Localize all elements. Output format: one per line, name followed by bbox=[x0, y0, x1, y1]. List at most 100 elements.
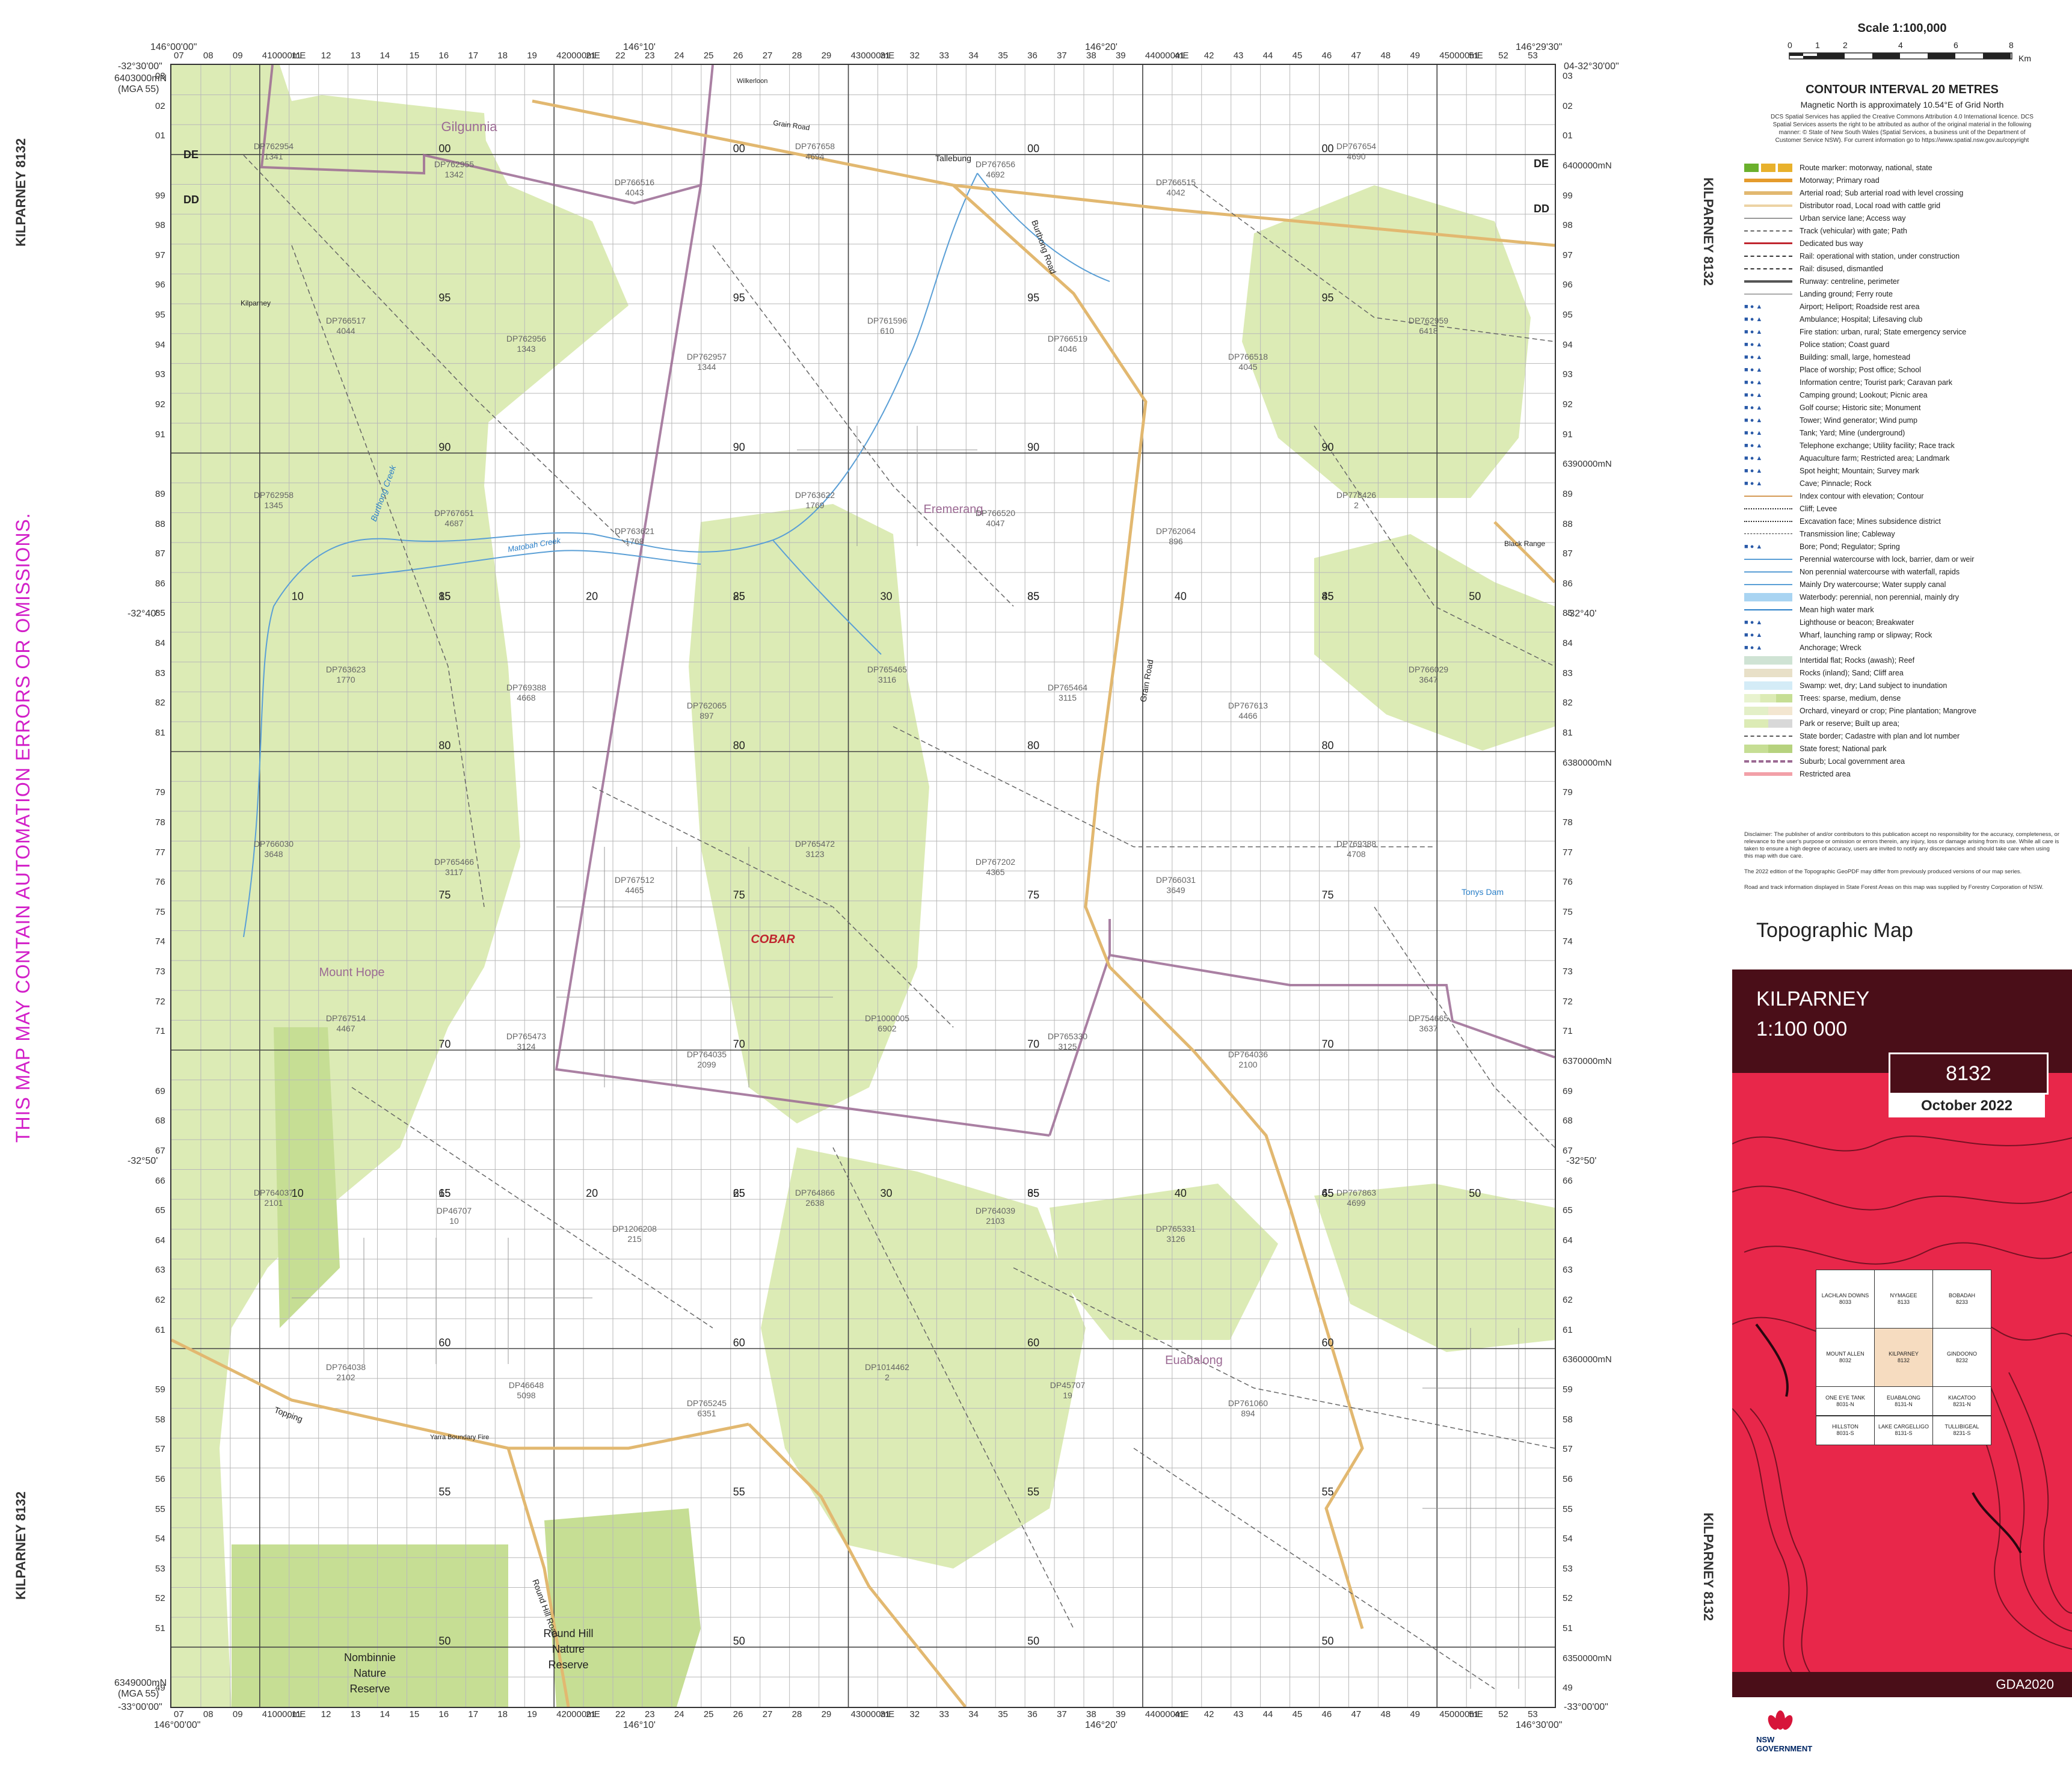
cadastre-plan-label: DP763622 bbox=[795, 490, 835, 500]
right-sheet-label-bottom: KILPARNEY 8132 bbox=[1701, 1513, 1716, 1621]
northing-tick-label: 49 bbox=[155, 1683, 165, 1694]
cadastre-lot-label: 4045 bbox=[1238, 362, 1257, 372]
easting-tick-label: 43 bbox=[1233, 1709, 1244, 1719]
cadastre-lot-label: 3125 bbox=[1058, 1042, 1077, 1051]
magnetic-north-note: Magnetic North is approximately 10.54°E … bbox=[1800, 100, 2004, 109]
easting-tick-label: 15 bbox=[409, 51, 420, 61]
cadastre-lot-label: 215 bbox=[627, 1234, 642, 1244]
cadastre-lot-label: 4365 bbox=[986, 867, 1004, 877]
northing-tick-label: 98 bbox=[1563, 220, 1573, 231]
easting-tick-label: 31 bbox=[880, 51, 891, 61]
scale-tick-4: 4 bbox=[1898, 40, 1903, 50]
northing-tick-label: 68 bbox=[155, 1116, 165, 1126]
legend-label: Aquaculture farm; Restricted area; Landm… bbox=[1800, 453, 1950, 462]
legend-symbol-icon: ■ ● ▲ bbox=[1744, 303, 1763, 310]
northing-tick-label: 88 bbox=[155, 518, 165, 529]
northing-tick-label: 6360000mN bbox=[1563, 1354, 1612, 1365]
northing-tick-label: 54 bbox=[1563, 1534, 1573, 1544]
legend-label: Bore; Pond; Regulator; Spring bbox=[1800, 542, 1900, 551]
legend-symbol-icon bbox=[1744, 583, 1792, 585]
easting-tick-label: 14 bbox=[380, 51, 390, 61]
grid-number-northing: 50 bbox=[1027, 1635, 1039, 1647]
easting-tick-label: 46 bbox=[1321, 51, 1332, 61]
legend-row: Intertidal flat; Rocks (awash); Reef bbox=[1744, 654, 2063, 666]
legend-label: Tank; Yard; Mine (underground) bbox=[1800, 428, 1905, 437]
cadastre-plan-label: DP767651 bbox=[434, 508, 474, 518]
northing-tick-label: 56 bbox=[1563, 1473, 1573, 1484]
legend-row: Transmission line; Cableway bbox=[1744, 527, 2063, 540]
easting-tick-label: 52 bbox=[1498, 51, 1508, 61]
northing-tick-label: 87 bbox=[1563, 548, 1573, 559]
legend-row: Rail: disused, dismantled bbox=[1744, 262, 2063, 275]
legend-label: Index contour with elevation; Contour bbox=[1800, 491, 1924, 500]
cadastre-plan-label: DP764038 bbox=[326, 1362, 366, 1372]
northing-tick-label: 87 bbox=[155, 548, 165, 559]
easting-tick-label: 24 bbox=[674, 1709, 684, 1719]
index-sheet-name: GINDOONO bbox=[1946, 1351, 1977, 1357]
easting-tick-label: 41 bbox=[1174, 51, 1185, 61]
grid-number-northing: 95 bbox=[1027, 292, 1039, 304]
northing-tick-label: 84 bbox=[155, 638, 165, 649]
legend-row: Non perennial watercourse with waterfall… bbox=[1744, 565, 2063, 578]
disclaimer-forestry: Road and track information displayed in … bbox=[1744, 884, 2044, 891]
easting-tick-label: 47 bbox=[1351, 1709, 1362, 1719]
northing-tick-label: 81 bbox=[155, 728, 165, 738]
easting-tick-label: 33 bbox=[939, 1709, 950, 1719]
northing-tick-label: 67 bbox=[155, 1145, 165, 1156]
place-label: Gilgunnia bbox=[441, 119, 498, 134]
corner-bottom-left-lon: 146°00'00" bbox=[154, 1720, 201, 1730]
scale-unit: Km bbox=[2018, 54, 2031, 63]
grid-number-northing: 80 bbox=[438, 740, 450, 752]
cadastre-plan-label: DP1014462 bbox=[865, 1362, 909, 1372]
legend-row: Index contour with elevation; Contour bbox=[1744, 490, 2063, 502]
legend-row: State forest; National park bbox=[1744, 742, 2063, 755]
place-label: Tonys Dam bbox=[1462, 887, 1504, 897]
bottom-northing-sub: (MGA 55) bbox=[118, 1689, 159, 1699]
legend-row: Urban service lane; Access way bbox=[1744, 212, 2063, 224]
northing-tick-label: 72 bbox=[1563, 996, 1573, 1007]
place-label: Reserve bbox=[548, 1659, 588, 1671]
easting-tick-label: 31 bbox=[880, 1709, 891, 1719]
grid-number-northing: 80 bbox=[1322, 740, 1334, 752]
grid-number-northing: 55 bbox=[438, 1486, 450, 1498]
index-sheet-cell: KIACATOO 8231-N bbox=[1932, 1386, 1991, 1416]
nsw-logo: NSW GOVERNMENT bbox=[1756, 1708, 1812, 1753]
grid-number-northing: 55 bbox=[1322, 1486, 1334, 1498]
grid-number-northing: 70 bbox=[1027, 1038, 1039, 1050]
index-sheet-cell: EUABALONG 8131-N bbox=[1874, 1386, 1933, 1416]
legend-symbol-icon: ■ ● ▲ bbox=[1744, 366, 1763, 373]
grid-number-northing: 85 bbox=[733, 590, 745, 602]
legend-symbol-icon bbox=[1744, 495, 1792, 497]
northing-tick-label: 85 bbox=[1563, 608, 1573, 619]
legend-label: Trees: sparse, medium, dense bbox=[1800, 693, 1901, 702]
cover-sheet-number: 8132 bbox=[1889, 1052, 2049, 1095]
cadastre-plan-label: DP46648 bbox=[509, 1380, 544, 1390]
disclaimer-main: Disclaimer: The publisher of and/or cont… bbox=[1744, 831, 2059, 859]
grid-number-northing: 00 bbox=[1322, 143, 1334, 155]
grid-number-northing: 65 bbox=[438, 1187, 450, 1199]
legend-symbol-icon bbox=[1744, 681, 1792, 690]
index-sheet-name: EUABALONG bbox=[1886, 1395, 1921, 1401]
easting-tick-label: 29 bbox=[821, 51, 832, 61]
corner-bottom-left-lat: -33°00'00" bbox=[118, 1702, 162, 1712]
legend-row: ■ ● ▲ Tower; Wind generator; Wind pump bbox=[1744, 414, 2063, 426]
right-sheet-label-top: KILPARNEY 8132 bbox=[1701, 177, 1716, 286]
cadastre-lot-label: 4042 bbox=[1166, 188, 1185, 197]
topographic-map[interactable]: 10 15 20 25 30 35 40 45 50 10 15 20 25 30 35 40 45 50 00 95… bbox=[170, 64, 1556, 1708]
index-sheet-cell: BOBADAH 8233 bbox=[1932, 1270, 1991, 1329]
legend-panel: Scale 1:100,000 0 1 2 4 6 8 Km CONTOUR I… bbox=[1732, 0, 2072, 1776]
index-sheet-cell: ONE EYE TANK 8031-N bbox=[1816, 1386, 1875, 1416]
index-sheet-name: ONE EYE TANK bbox=[1825, 1395, 1865, 1401]
grid-number-northing: 95 bbox=[733, 292, 745, 304]
easting-tick-label: 38 bbox=[1086, 51, 1096, 61]
legend-row: ■ ● ▲ Cave; Pinnacle; Rock bbox=[1744, 477, 2063, 490]
cadastre-plan-label: DP769388 bbox=[1336, 839, 1376, 849]
cadastre-lot-label: 4047 bbox=[986, 518, 1004, 528]
northing-tick-label: 95 bbox=[155, 310, 165, 321]
legend-row: Park or reserve; Built up area; bbox=[1744, 717, 2063, 730]
legend-symbol-icon: ■ ● ▲ bbox=[1744, 315, 1763, 323]
cadastre-plan-label: DP766517 bbox=[326, 316, 366, 325]
northing-tick-label: 6350000mN bbox=[1563, 1653, 1612, 1664]
cadastre-plan-label: DP754665 bbox=[1409, 1013, 1448, 1023]
cadastre-plan-label: DP764037 bbox=[254, 1188, 294, 1197]
